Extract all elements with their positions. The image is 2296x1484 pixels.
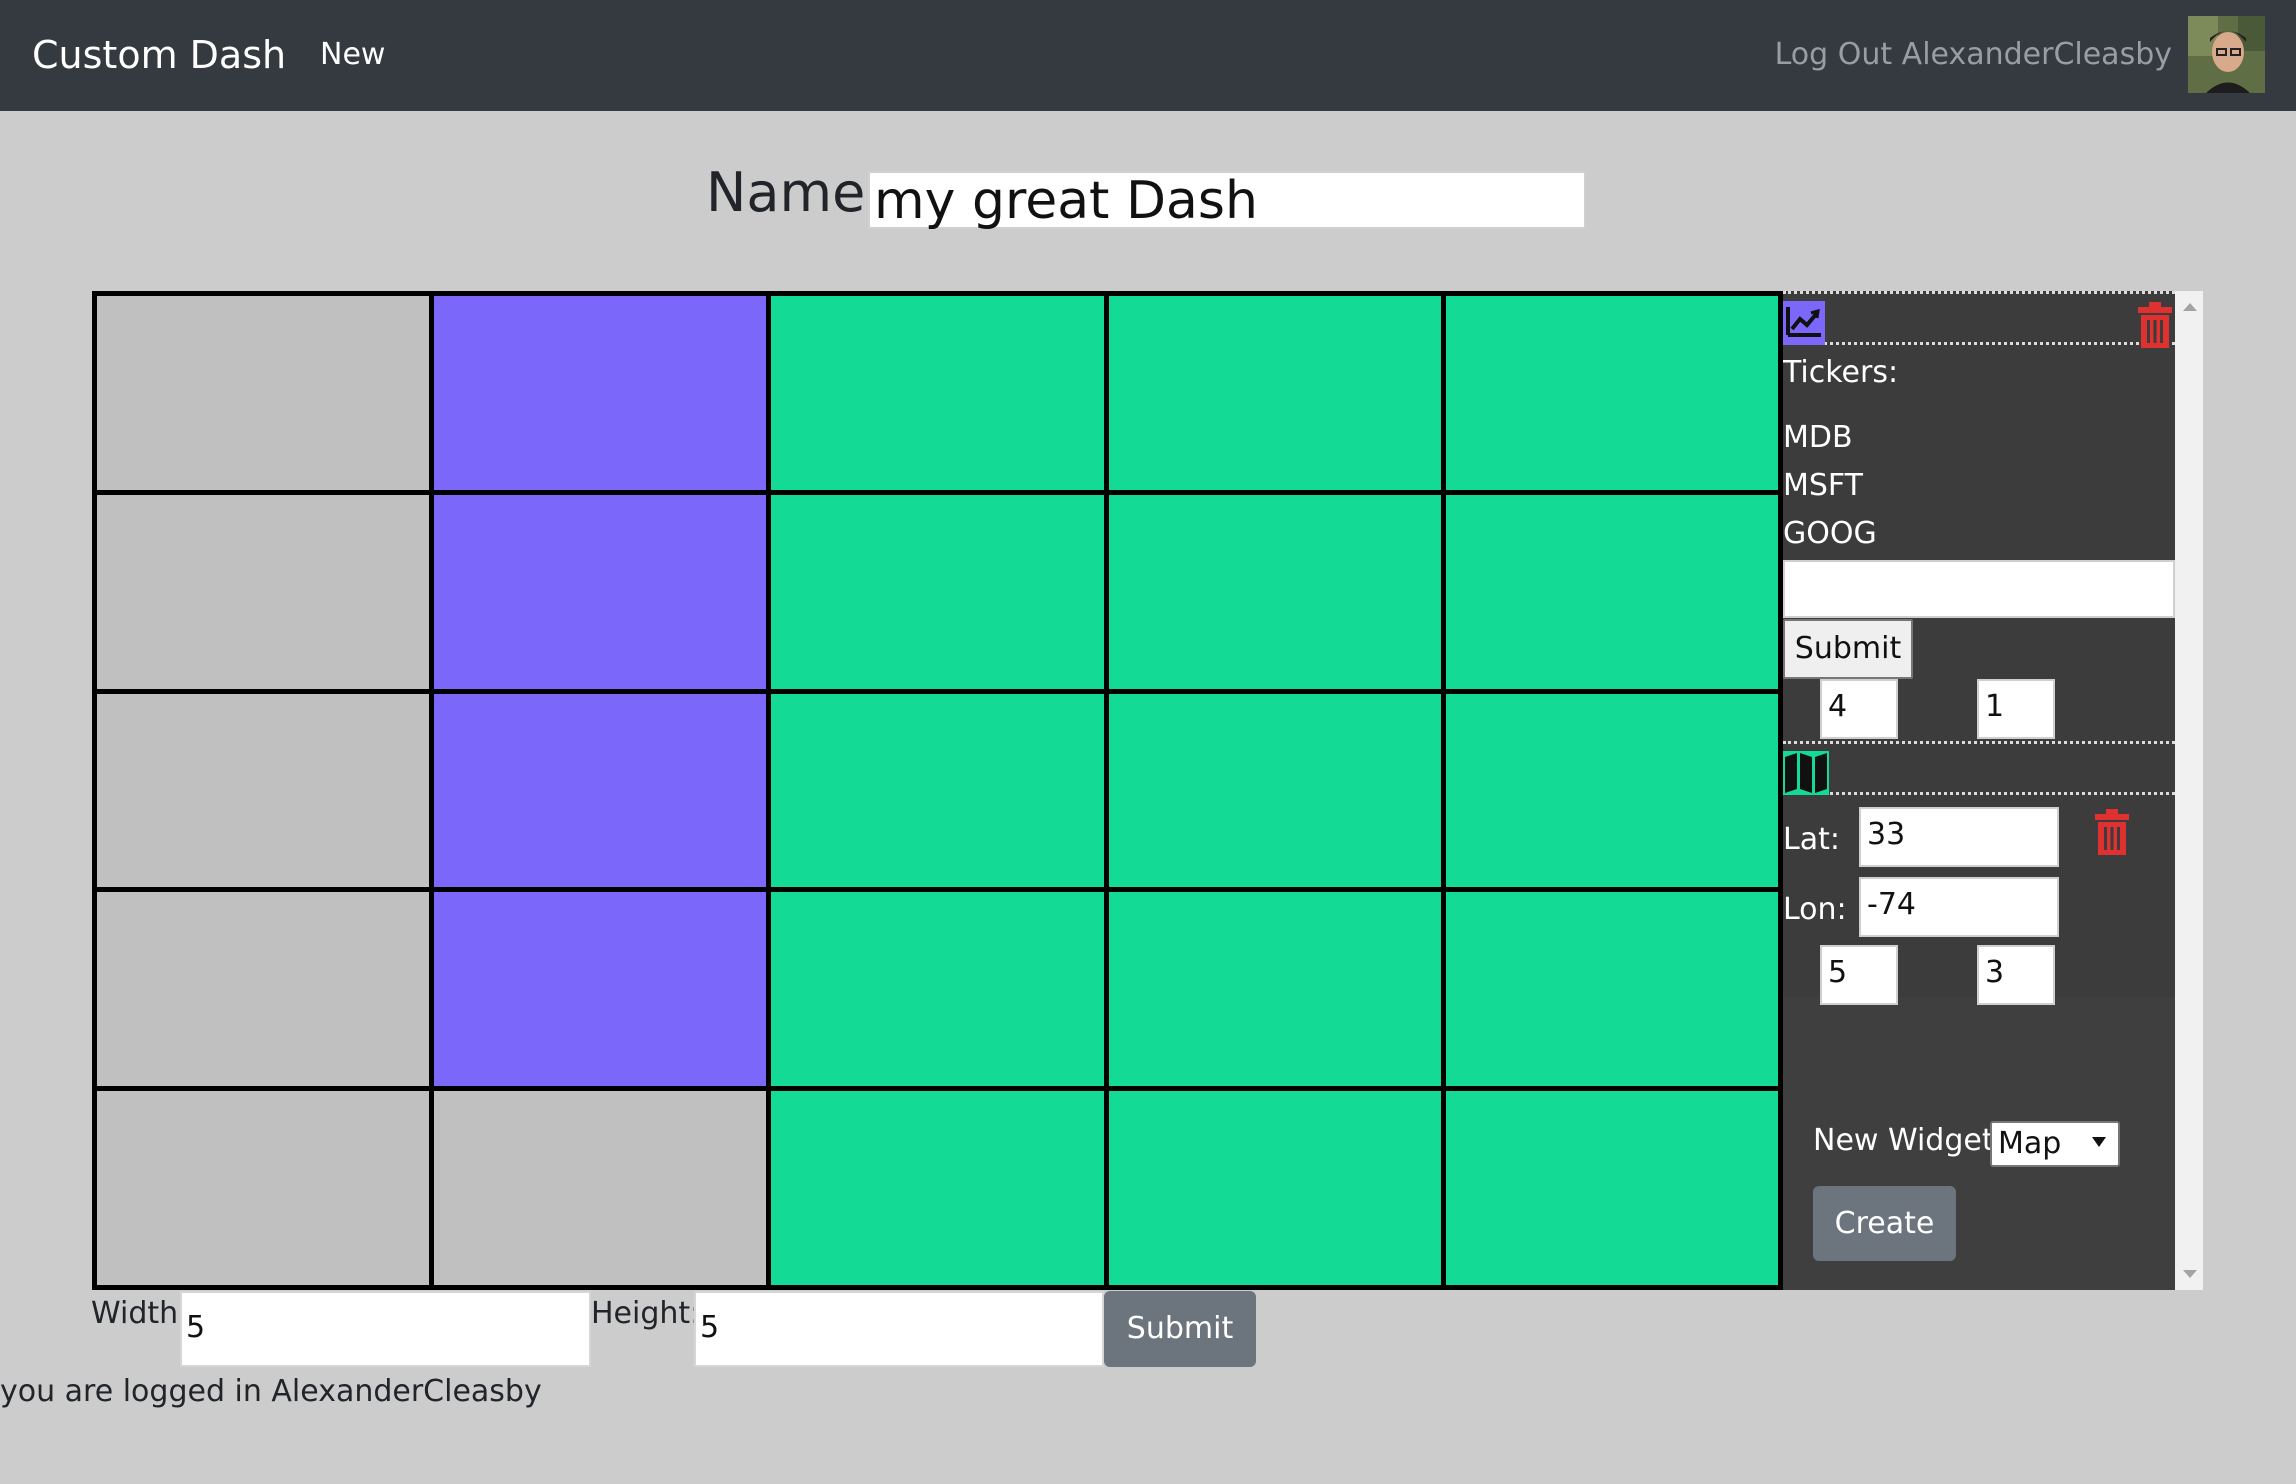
grid-cell-map[interactable] xyxy=(1446,296,1778,490)
dash-name-label: Name: xyxy=(706,161,884,224)
dash-name-input[interactable]: my great Dash xyxy=(868,171,1586,229)
map-widget-header[interactable] xyxy=(1783,741,2175,795)
chevron-down-icon xyxy=(2092,1137,2106,1147)
grid-cell-stock[interactable] xyxy=(434,495,766,689)
grid-cell-map[interactable] xyxy=(1446,892,1778,1086)
logout-link[interactable]: Log Out AlexanderCleasby xyxy=(1775,34,2172,76)
delete-stock-widget-trash-icon[interactable] xyxy=(2138,302,2172,352)
stock-widget-height-input[interactable]: 1 xyxy=(1977,679,2055,739)
login-status-text: you are logged in AlexanderCleasby xyxy=(0,1374,542,1409)
lat-label: Lat: xyxy=(1783,822,1840,857)
map-widget-height-input[interactable]: 3 xyxy=(1977,945,2055,1005)
tickers-label: Tickers: xyxy=(1783,355,1899,390)
grid-cell-empty[interactable] xyxy=(97,694,429,887)
grid-height-input[interactable]: 5 xyxy=(694,1291,1104,1367)
scroll-down-arrow-icon[interactable] xyxy=(2183,1270,2197,1278)
grid-cell-map[interactable] xyxy=(1109,1091,1441,1285)
lat-input[interactable]: 33 xyxy=(1859,807,2059,867)
grid-cell-empty[interactable] xyxy=(97,892,429,1086)
grid-cell-map[interactable] xyxy=(771,1091,1104,1285)
chart-line-icon xyxy=(1783,301,1825,349)
dashboard-grid xyxy=(92,291,1783,1290)
grid-cell-map[interactable] xyxy=(1109,892,1441,1086)
scroll-up-arrow-icon[interactable] xyxy=(2183,303,2197,311)
grid-submit-button[interactable]: Submit xyxy=(1104,1291,1256,1367)
stock-widget: Tickers: MDB MSFT GOOG Submit 4 1 xyxy=(1783,291,2175,743)
grid-cell-stock[interactable] xyxy=(434,892,766,1086)
grid-cell-empty[interactable] xyxy=(97,1091,429,1285)
grid-cell-map[interactable] xyxy=(771,495,1104,689)
stock-widget-width-input[interactable]: 4 xyxy=(1820,679,1898,739)
grid-cell-map[interactable] xyxy=(771,694,1104,887)
grid-cell-map[interactable] xyxy=(1446,1091,1778,1285)
grid-width-input[interactable]: 5 xyxy=(180,1291,591,1367)
widget-panel: Tickers: MDB MSFT GOOG Submit 4 1 Lat: 3… xyxy=(1783,291,2175,1290)
grid-cell-map[interactable] xyxy=(1446,694,1778,887)
grid-cell-map[interactable] xyxy=(1109,694,1441,887)
grid-cell-empty[interactable] xyxy=(434,1091,766,1285)
ticker-item: GOOG xyxy=(1783,516,1877,551)
map-widget: Lat: 33 Lon: -74 5 3 xyxy=(1783,741,2175,1005)
grid-cell-stock[interactable] xyxy=(434,694,766,887)
delete-map-widget-trash-icon[interactable] xyxy=(2095,809,2129,859)
avatar[interactable] xyxy=(2188,16,2265,93)
lon-label: Lon: xyxy=(1783,892,1847,927)
nav-new-link[interactable]: New xyxy=(320,34,385,76)
ticker-submit-button[interactable]: Submit xyxy=(1783,619,1913,679)
new-widget-select[interactable]: Map xyxy=(1990,1121,2120,1167)
map-icon xyxy=(1783,751,1829,799)
grid-height-label: Height: xyxy=(591,1296,701,1331)
create-widget-button[interactable]: Create xyxy=(1813,1186,1956,1261)
grid-cell-map[interactable] xyxy=(771,296,1104,490)
grid-width-label: Width: xyxy=(91,1296,189,1331)
new-widget-label: New Widget: xyxy=(1813,1123,2004,1158)
new-widget-selected-option: Map xyxy=(1998,1126,2062,1161)
grid-cell-map[interactable] xyxy=(1109,296,1441,490)
map-widget-width-input[interactable]: 5 xyxy=(1820,945,1898,1005)
grid-cell-stock[interactable] xyxy=(434,296,766,490)
brand-link[interactable]: Custom Dash xyxy=(32,28,286,82)
ticker-input[interactable] xyxy=(1783,560,2175,618)
avatar-image xyxy=(2188,16,2265,93)
grid-cell-map[interactable] xyxy=(1446,495,1778,689)
ticker-item: MSFT xyxy=(1783,468,1863,503)
panel-scrollbar[interactable] xyxy=(2175,291,2203,1290)
navbar: Custom Dash New Log Out AlexanderCleasby xyxy=(0,0,2296,111)
ticker-item: MDB xyxy=(1783,420,1853,455)
stock-widget-header[interactable] xyxy=(1783,291,2175,348)
grid-cell-map[interactable] xyxy=(771,892,1104,1086)
grid-cell-empty[interactable] xyxy=(97,296,429,490)
grid-cell-empty[interactable] xyxy=(97,495,429,689)
grid-cell-map[interactable] xyxy=(1109,495,1441,689)
lon-input[interactable]: -74 xyxy=(1859,877,2059,937)
